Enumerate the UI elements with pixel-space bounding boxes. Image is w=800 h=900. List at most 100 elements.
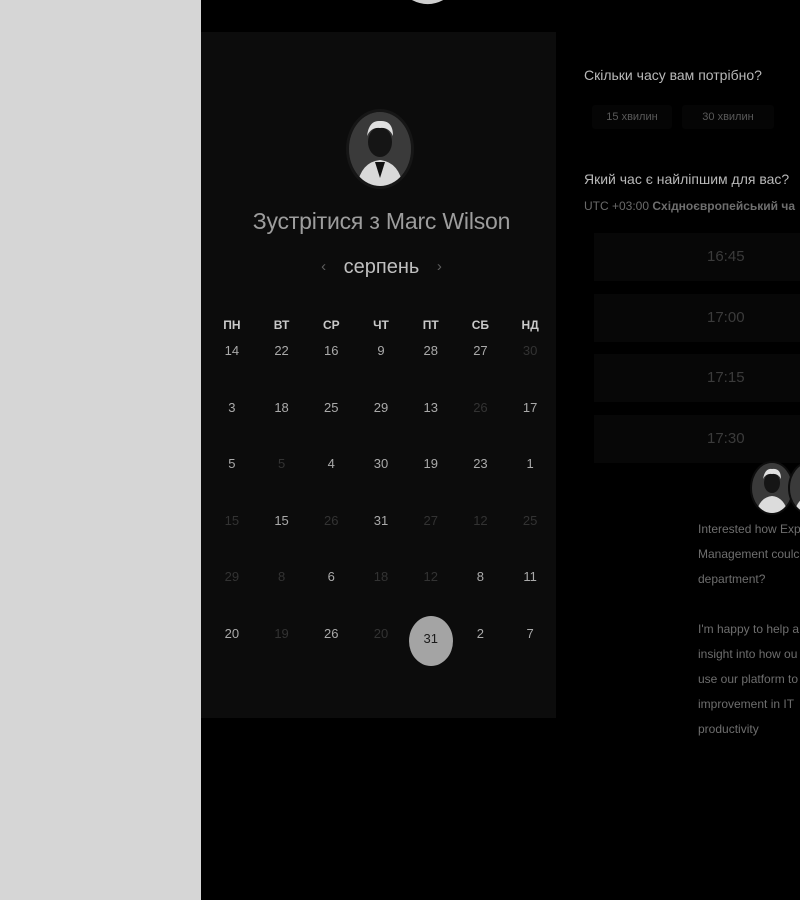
calendar-day: 26 [456,395,506,452]
calendar-day[interactable]: 28 [406,338,456,395]
calendar-day[interactable]: 7 [505,621,555,678]
weekday-label: ПТ [422,318,439,332]
day-number: 12 [473,512,488,528]
duration-option-15[interactable]: 15 хвилин [592,105,672,129]
day-number: 27 [423,512,438,528]
day-number: 17 [522,399,538,415]
calendar-day[interactable]: 2 [456,621,506,678]
message-line: Management coulc [698,547,800,561]
calendar-day[interactable]: 8 [456,564,506,621]
calendar-day: 15 [207,508,257,565]
booking-card: Зустрітися з Marc Wilson ‹ серпень › ПН В… [201,32,556,718]
calendar-day[interactable]: 25 [306,395,356,452]
day-number: 13 [423,399,438,415]
message-line: improvement in IT [698,697,795,711]
calendar-day: 5 [257,451,307,508]
calendar-day: 25 [505,508,555,565]
calendar-day[interactable]: 30 [356,451,406,508]
left-background-strip [0,0,201,900]
time-slot[interactable]: 17:30 [594,415,800,463]
day-number: 15 [274,512,289,528]
message-avatars [752,463,800,513]
meeting-title: Зустрітися з Marc Wilson [201,208,562,235]
host-avatar [349,112,411,186]
day-number: 25 [522,512,538,528]
time-slot[interactable]: 17:15 [594,354,800,402]
day-number: 6 [327,569,335,585]
calendar-day[interactable]: 14 [207,338,257,395]
calendar-day: 12 [456,508,506,565]
weekday-label: ПН [223,318,241,332]
day-number: 16 [324,343,339,358]
month-label: серпень [343,256,420,278]
duration-question: Скільки часу вам потрібно? [584,67,762,83]
calendar-day: 30 [505,338,555,395]
calendar-day: 12 [406,564,456,621]
calendar-day[interactable]: 3 [207,395,257,452]
calendar-day[interactable]: 15 [257,508,307,565]
calendar-day[interactable]: 9 [356,338,406,395]
sender-avatar [752,463,792,513]
weekday-label: СР [322,318,340,332]
day-number: 8 [476,569,485,585]
calendar-day: 27 [406,508,456,565]
calendar-day[interactable]: 26 [306,621,356,678]
logo-shape-icon [412,0,443,5]
calendar-day[interactable]: 5 [207,451,257,508]
selected-day[interactable]: 31 [406,615,456,678]
chevron-right-icon[interactable]: › [437,258,442,275]
calendar-day[interactable]: 20 [207,621,257,678]
day-number: 4 [327,456,335,472]
calendar-grid: 14 22 16 9 28 27 30 3 18 25 29 13 26 17 5 5 4 30 19 23 1 15 15… [207,338,555,678]
calendar-day[interactable]: 4 [306,451,356,508]
day-number: 30 [373,456,389,472]
calendar-day[interactable]: 17 [505,395,555,452]
day-number: 19 [274,625,289,641]
calendar-day[interactable]: 18 [257,395,307,452]
calendar-day[interactable]: 16 [306,338,356,395]
day-number: 18 [373,569,389,585]
message-line: productivity [698,722,759,736]
day-number: 14 [224,343,240,358]
time-slot[interactable]: 17:00 [594,294,800,342]
day-number: 5 [228,456,236,472]
timezone-offset: UTC +03:00 [584,199,650,213]
scheduling-panel: Скільки часу вам потрібно? 15 хвилин 30 … [584,0,800,900]
day-number: 5 [277,456,286,472]
sender-avatar [790,463,800,513]
day-number: 7 [526,625,534,641]
calendar-day[interactable]: 23 [456,451,506,508]
host-name: Marc Wilson [385,208,511,234]
calendar-day: 29 [207,564,257,621]
day-number: 29 [224,569,240,585]
day-number: 2 [476,625,485,641]
calendar-day[interactable]: 31 [356,508,406,565]
day-number: 26 [473,399,488,415]
message-line: department? [698,572,766,586]
calendar-day[interactable]: 6 [306,564,356,621]
meeting-title-prefix: Зустрітися з [252,208,380,234]
day-number: 20 [373,625,389,641]
calendar-day[interactable]: 27 [456,338,506,395]
weekday-label: НД [521,318,539,332]
time-slot[interactable]: 16:45 [594,233,800,281]
calendar-day[interactable]: 22 [257,338,307,395]
calendar-day: 19 [257,621,307,678]
day-number: 8 [277,569,286,585]
message-line: I'm happy to help a [698,622,800,636]
calendar-day[interactable]: 19 [406,451,456,508]
calendar-day[interactable]: 11 [505,564,555,621]
calendar-day: 20 [356,621,406,678]
chevron-left-icon[interactable]: ‹ [321,258,326,275]
calendar-day: 8 [257,564,307,621]
duration-option-30[interactable]: 30 хвилин [682,105,774,129]
weekday-label: СБ [471,318,490,332]
calendar-day[interactable]: 1 [505,451,555,508]
day-number: 26 [324,512,339,528]
day-number: 31 [423,630,438,646]
day-number: 29 [373,399,389,415]
calendar-day[interactable]: 29 [356,395,406,452]
timezone-label[interactable]: UTC +03:00 Східноєвропейський ча [584,199,795,213]
calendar-day[interactable]: 13 [406,395,456,452]
day-number: 30 [522,343,538,358]
